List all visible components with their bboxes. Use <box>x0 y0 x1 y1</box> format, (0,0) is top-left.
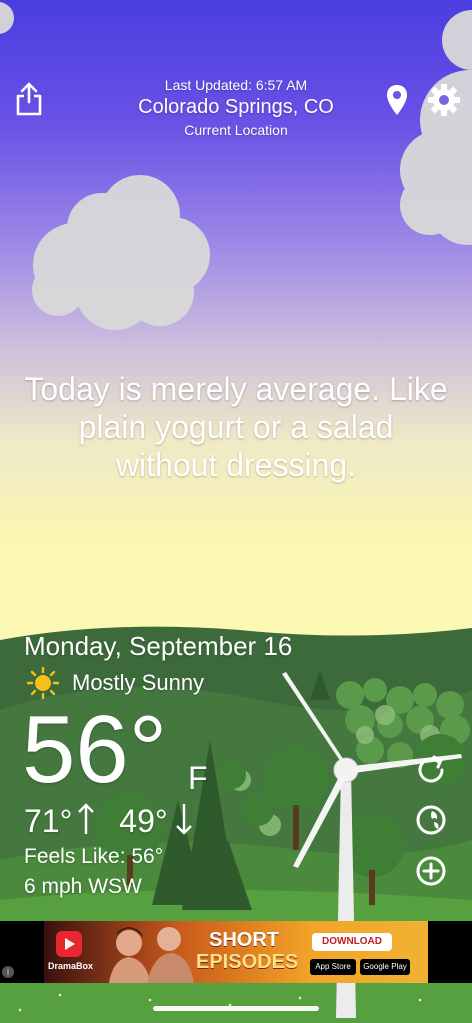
temp-unit: F <box>188 760 208 796</box>
ad-headline-2: EPISODES <box>196 951 299 973</box>
date-label: Monday, September 16 <box>24 631 293 661</box>
settings-button[interactable] <box>427 83 461 117</box>
radar-icon <box>416 805 446 835</box>
high-temp: 71° <box>24 803 73 839</box>
message-line-1: Today is merely average. Like <box>24 371 448 407</box>
location-label: Current Location <box>184 122 288 138</box>
arrow-down-icon <box>175 804 192 835</box>
dramabox-logo-icon <box>56 931 82 957</box>
ad-download-button[interactable]: DOWNLOAD <box>312 933 392 951</box>
ad-artwork <box>109 927 194 983</box>
radar-button[interactable] <box>414 803 448 837</box>
condition-label: Mostly Sunny <box>72 670 205 695</box>
high-low-row: 71° 49° <box>24 802 194 840</box>
weather-message: Today is merely average. Like plain yogu… <box>0 370 472 484</box>
google-play-badge[interactable]: Google Play <box>360 959 410 975</box>
sun-icon <box>27 667 59 699</box>
home-indicator[interactable] <box>153 1006 319 1011</box>
low-temp: 49° <box>119 803 168 839</box>
refresh-button[interactable] <box>414 753 448 787</box>
ad-info-icon[interactable]: i <box>2 966 14 978</box>
gear-icon <box>428 84 460 116</box>
clouds <box>0 2 472 330</box>
current-temp: 56° <box>22 696 168 803</box>
wind-info: 6 mph WSW <box>24 875 142 898</box>
ad-brand: DramaBox <box>48 961 94 971</box>
message-line-3: without dressing. <box>115 447 357 483</box>
refresh-icon <box>418 755 444 783</box>
ad-banner[interactable]: DramaBox SHORT EPISODES DOWNLOAD App Sto… <box>44 921 428 983</box>
message-line-2: plain yogurt or a salad <box>78 409 394 445</box>
feels-like: Feels Like: 56° <box>24 845 164 868</box>
arrow-up-icon <box>78 803 95 834</box>
ad-headline-1: SHORT <box>209 929 279 951</box>
add-location-button[interactable] <box>414 854 448 888</box>
add-location-icon <box>416 856 446 886</box>
location-button[interactable] <box>380 83 414 117</box>
app-store-badge[interactable]: App Store <box>310 959 356 975</box>
location-pin-icon <box>387 85 407 115</box>
